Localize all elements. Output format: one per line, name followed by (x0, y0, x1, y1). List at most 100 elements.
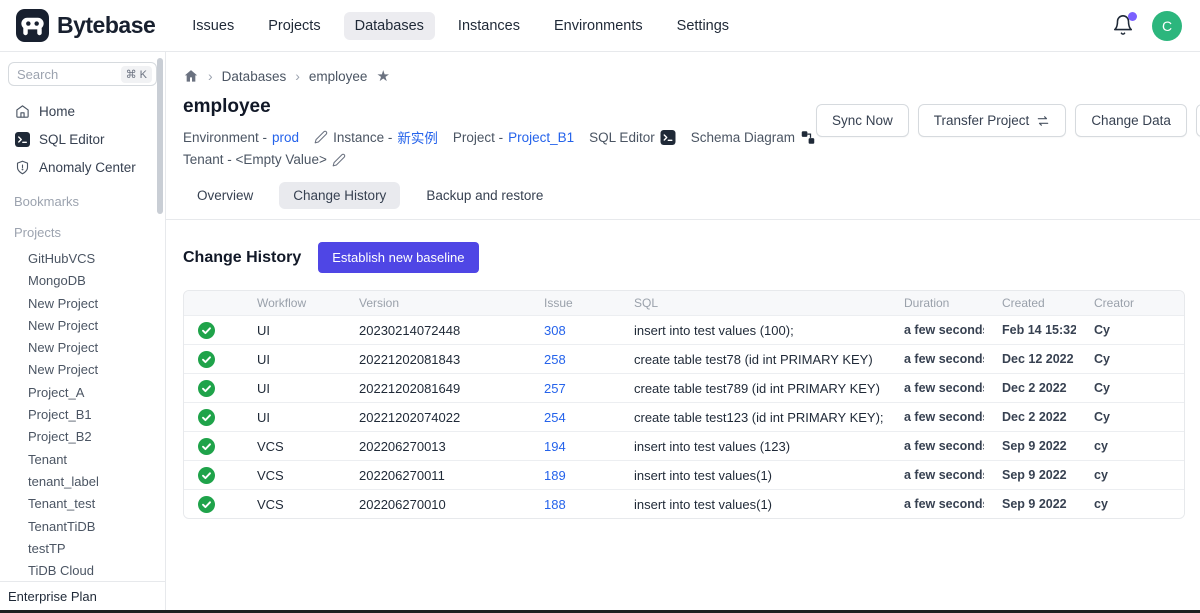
workflow-cell: VCS (239, 460, 341, 489)
change-data-button[interactable]: Change Data (1075, 104, 1187, 137)
alter-schema-button[interactable]: Alter Schema (1196, 104, 1200, 137)
creator-cell: Cy (1076, 344, 1184, 373)
sidebar-menu: Home SQL Editor Anomaly Center (8, 100, 157, 178)
transfer-project-button[interactable]: Transfer Project (918, 104, 1067, 137)
sidebar-item-anomaly-center[interactable]: Anomaly Center (8, 156, 157, 178)
notifications-button[interactable] (1112, 14, 1136, 38)
sync-now-button[interactable]: Sync Now (816, 104, 909, 137)
issue-link[interactable]: 257 (544, 381, 566, 396)
environment-meta: Environment - prod (183, 130, 299, 145)
success-status-icon (198, 322, 215, 339)
sql-cell: insert into test values (100); (616, 315, 886, 344)
workflow-cell: UI (239, 373, 341, 402)
sidebar-project-tenant-test-11[interactable]: Tenant_test (8, 493, 157, 515)
sidebar-project-tidb-cloud-14[interactable]: TiDB Cloud (8, 560, 157, 582)
tab-change-history[interactable]: Change History (279, 182, 400, 209)
sidebar-project-testtp-13[interactable]: testTP (8, 538, 157, 560)
created-cell: Sep 9 2022 (984, 460, 1076, 489)
user-avatar[interactable]: C (1152, 11, 1182, 41)
breadcrumb-current: employee (309, 69, 368, 84)
column-header-sql: SQL (616, 291, 886, 315)
success-status-icon (198, 467, 215, 484)
establish-baseline-button[interactable]: Establish new baseline (318, 242, 478, 273)
created-cell: Feb 14 15:32 (984, 315, 1076, 344)
sidebar-project-mongodb-1[interactable]: MongoDB (8, 270, 157, 292)
workflow-cell: UI (239, 402, 341, 431)
sidebar-project-project-b2-8[interactable]: Project_B2 (8, 426, 157, 448)
table-row[interactable]: UI20221202074022254create table test123 … (184, 402, 1184, 431)
column-header-workflow: Workflow (239, 291, 341, 315)
tab-bar: Overview Change History Backup and restore (166, 182, 1200, 220)
environment-link[interactable]: prod (272, 130, 299, 145)
issue-cell: 188 (526, 489, 616, 518)
project-meta: Project - Project_B1 (453, 130, 574, 145)
instance-link[interactable]: 新实例 (397, 127, 438, 147)
issue-link[interactable]: 194 (544, 439, 566, 454)
bytebase-logo[interactable]: Bytebase (16, 9, 155, 42)
tenant-meta-row: Tenant - <Empty Value> (183, 152, 816, 167)
duration-cell: a few seconds (886, 402, 984, 431)
table-row[interactable]: VCS202206270013194insert into test value… (184, 431, 1184, 460)
issue-link[interactable]: 189 (544, 468, 566, 483)
bookmark-star-icon[interactable]: ★ (376, 69, 389, 84)
sidebar-item-label: Home (39, 104, 75, 119)
nav-item-databases[interactable]: Databases (344, 12, 435, 40)
search-box[interactable]: ⌘ K (8, 62, 157, 86)
status-column-header (184, 291, 239, 315)
sidebar-project-new-project-4[interactable]: New Project (8, 337, 157, 359)
table-row[interactable]: VCS202206270011189insert into test value… (184, 460, 1184, 489)
created-cell: Sep 9 2022 (984, 489, 1076, 518)
duration-cell: a few seconds (886, 431, 984, 460)
creator-cell: cy (1076, 431, 1184, 460)
sidebar-project-new-project-2[interactable]: New Project (8, 293, 157, 315)
breadcrumb-databases[interactable]: Databases (222, 69, 287, 84)
version-cell: 20221202081649 (341, 373, 526, 402)
sidebar-item-home[interactable]: Home (8, 100, 157, 122)
sidebar-project-new-project-3[interactable]: New Project (8, 315, 157, 337)
nav-item-projects[interactable]: Projects (257, 12, 331, 40)
sidebar-project-project-a-6[interactable]: Project_A (8, 382, 157, 404)
creator-cell: cy (1076, 460, 1184, 489)
issue-link[interactable]: 254 (544, 410, 566, 425)
sidebar-project-tenant-9[interactable]: Tenant (8, 449, 157, 471)
sidebar-item-sql-editor[interactable]: SQL Editor (8, 128, 157, 150)
sidebar-project-list: GitHubVCSMongoDBNew ProjectNew ProjectNe… (8, 248, 157, 582)
page-actions: Sync Now Transfer ProjectChange Data Alter… (816, 104, 1200, 137)
issue-link[interactable]: 258 (544, 352, 566, 367)
tab-overview[interactable]: Overview (183, 182, 267, 209)
sidebar-project-new-project-5[interactable]: New Project (8, 359, 157, 381)
section-header: Change History Establish new baseline (183, 242, 1184, 273)
nav-item-settings[interactable]: Settings (666, 12, 740, 40)
project-link[interactable]: Project_B1 (508, 130, 574, 145)
nav-item-instances[interactable]: Instances (447, 12, 531, 40)
edit-tenant-icon[interactable] (332, 153, 346, 167)
nav-item-issues[interactable]: Issues (181, 12, 245, 40)
table-row[interactable]: UI20230214072448308insert into test valu… (184, 315, 1184, 344)
sidebar-project-project-b1-7[interactable]: Project_B1 (8, 404, 157, 426)
home-icon[interactable] (183, 68, 199, 84)
sql-editor-shortcut[interactable]: SQL Editor (589, 130, 676, 145)
table-row[interactable]: UI20221202081649257create table test789 … (184, 373, 1184, 402)
bytebase-app: Bytebase Issues Projects Databases Instance… (0, 0, 1200, 613)
change-history-table: WorkflowVersionIssueSQLDurationCreatedCr… (183, 290, 1185, 519)
success-status-icon (198, 409, 215, 426)
column-header-creator: Creator (1076, 291, 1184, 315)
tab-backup-and-restore[interactable]: Backup and restore (412, 182, 557, 209)
success-status-icon (198, 438, 215, 455)
table-row[interactable]: VCS202206270010188insert into test value… (184, 489, 1184, 518)
table-row[interactable]: UI20221202081843258create table test78 (… (184, 344, 1184, 373)
issue-link[interactable]: 308 (544, 323, 566, 338)
sidebar-scrollbar[interactable] (157, 58, 163, 214)
search-input[interactable] (17, 67, 103, 82)
nav-item-environments[interactable]: Environments (543, 12, 654, 40)
sidebar-project-tenanttidb-12[interactable]: TenantTiDB (8, 516, 157, 538)
sidebar-project-githubvcs-0[interactable]: GitHubVCS (8, 248, 157, 270)
sidebar-project-tenant-label-10[interactable]: tenant_label (8, 471, 157, 493)
creator-cell: Cy (1076, 315, 1184, 344)
page-header-left: employee Environment - prod Instance - 新… (183, 96, 816, 167)
schema-diagram-shortcut[interactable]: Schema Diagram (691, 130, 816, 145)
issue-link[interactable]: 188 (544, 497, 566, 512)
sidebar-section-projects: Projects (14, 225, 157, 240)
breadcrumb-separator: › (295, 68, 300, 84)
content-area: Change History Establish new baseline Wo… (166, 220, 1200, 519)
